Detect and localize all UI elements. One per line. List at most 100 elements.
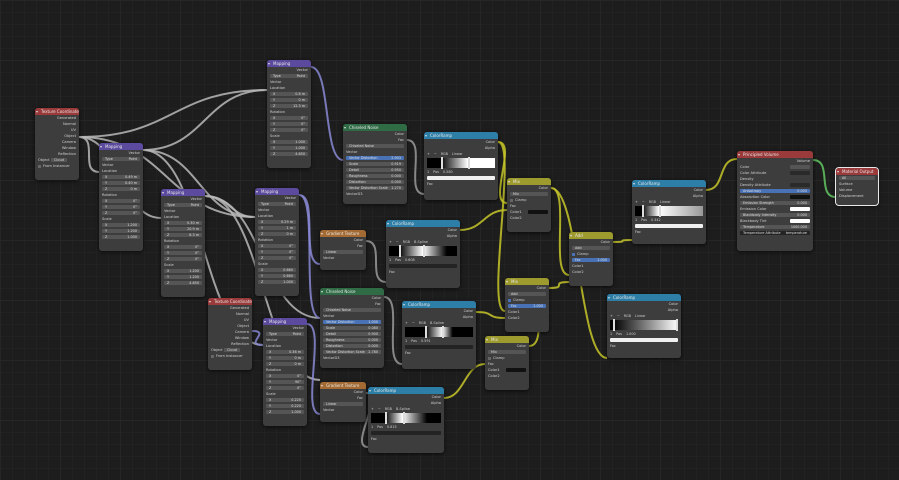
scale-z[interactable]: Z 1.000 [99,234,143,240]
color-stop[interactable] [613,319,616,331]
ramp-controls[interactable]: + − RGB Linear [610,313,678,319]
node-link[interactable] [298,194,321,265]
gradient-texture-node[interactable]: Gradient Texture Color Fac Linear Vector [320,230,366,270]
color-stop[interactable] [385,412,387,424]
color-stop[interactable] [658,205,661,217]
node-header[interactable]: Mapping [267,60,311,67]
color-swatch[interactable] [790,165,810,169]
color-ramp-node[interactable]: ColorRamp Color Alpha +−RGBB-Spline 1Pos… [386,220,460,288]
node-header[interactable]: Texture Coordinate [35,108,79,115]
ramp-controls[interactable]: + − RGB Linear [635,199,703,205]
node-header[interactable]: Mix [507,178,551,185]
color-swatch[interactable] [790,207,810,211]
mapping-node[interactable]: Mapping Vector TypePoint Vector Location… [263,318,307,426]
scale-z[interactable]: Z 4.650 [267,151,311,157]
chiseled-noise-node[interactable]: Chiseled Noise Color Fac Chiseled Noise … [320,288,384,368]
gradient-preview[interactable] [371,412,441,424]
from-instancer-checkbox[interactable]: From Instancer [35,163,79,169]
ramp-controls[interactable]: + − RGB B-Spline [405,320,473,326]
node-header[interactable]: Chiseled Noise [320,288,384,295]
texture-coordinate-node[interactable]: Texture Coordinate Generated Normal UV O… [208,298,252,370]
gradient-preview[interactable] [635,205,703,217]
color-stop[interactable] [442,326,445,338]
interpolation-dropdown[interactable]: Linear [635,313,646,319]
color-swatch[interactable] [790,219,810,223]
node-header[interactable]: Material Output [836,168,878,175]
add-stop-button[interactable]: + [635,199,638,205]
color-ramp-node[interactable]: ColorRamp Color Alpha +−RGBLinear 1Pos0.… [632,180,706,244]
color-stop[interactable] [641,205,644,217]
from-instancer-checkbox[interactable]: From Instancer [208,353,252,359]
color-stop[interactable] [425,326,428,338]
attribute-field[interactable] [790,171,810,175]
remove-stop-button[interactable]: − [434,151,437,157]
mapping-node[interactable]: Mapping Vector TypePoint Vector Location… [255,188,299,296]
color-stop[interactable] [675,319,678,331]
node-link[interactable] [550,187,570,276]
node-header[interactable]: Texture Coordinate [208,298,252,305]
mix-node[interactable]: Mix Color Add Clamp Fac1.000 Color1 Colo… [505,278,549,332]
node-header[interactable]: Mapping [161,189,205,196]
color-ramp-node[interactable]: ColorRamp Color Alpha +−RGBB-Spline 1Pos… [368,387,444,453]
node-header[interactable]: Gradient Texture [320,230,366,237]
ramp-controls[interactable]: + − RGB Linear [427,151,495,157]
node-link[interactable] [443,363,486,399]
scale-z[interactable]: Z 1.000 [263,409,307,415]
color-stop[interactable] [399,245,402,257]
gradient-preview[interactable] [610,319,678,331]
add-stop-button[interactable]: + [427,151,430,157]
texture-coordinate-node[interactable]: Texture Coordinate Generated Normal UV O… [35,108,79,180]
add-stop-button[interactable]: + [371,406,374,412]
node-header[interactable]: ColorRamp [402,301,476,308]
gradient-preview[interactable] [427,157,495,169]
mix-node[interactable]: Mix Color Mix Clamp Fac Color1 Color2 [507,178,551,232]
interpolation-dropdown[interactable]: B-Spline [414,239,428,245]
node-header[interactable]: ColorRamp [424,132,498,139]
node-header[interactable]: Gradient Texture [320,382,366,389]
gradient-preview[interactable] [405,326,473,338]
gradient-texture-node[interactable]: Gradient Texture Color Fac Linear Vector [320,382,366,422]
remove-stop-button[interactable]: − [617,313,620,319]
node-link[interactable] [548,281,570,289]
color-ramp-node[interactable]: ColorRamp Color Alpha +−RGBLinear 1Pos1.… [607,294,681,358]
color-mode-dropdown[interactable]: RGB [403,239,410,245]
add-stop-button[interactable]: + [389,239,392,245]
color-ramp-node[interactable]: ColorRamp Color Alpha +−RGBB-Spline 1Pos… [402,301,476,369]
scale-z[interactable]: Z 1.000 [255,279,299,285]
node-link[interactable] [310,66,344,161]
mix-node[interactable]: Mix Color Mix Clamp Fac Color1 Color2 [485,336,529,390]
attribute-field[interactable] [790,183,810,187]
material-output-node[interactable]: Material Output All Surface Volume Displ… [835,167,879,206]
color-ramp-node[interactable]: ColorRamp Color Alpha +−RGBLinear 1Pos0.… [424,132,498,200]
interpolation-dropdown[interactable]: Linear [452,151,463,157]
node-link[interactable] [705,158,738,191]
color-stop[interactable] [467,157,470,169]
node-header[interactable]: ColorRamp [386,220,460,227]
add-node[interactable]: Add Color Add Clamp Fac1.000 Color1 Colo… [569,232,613,286]
node-header[interactable]: ColorRamp [632,180,706,187]
node-link[interactable] [497,141,508,204]
chiseled-noise-node[interactable]: Chiseled Noise Color Fac Chiseled Noise … [343,124,407,204]
color-swatch[interactable] [506,368,526,372]
node-link[interactable] [306,323,321,415]
node-header[interactable]: Mapping [263,318,307,325]
node-header[interactable]: ColorRamp [368,387,444,394]
node-link[interactable] [497,141,506,312]
color-mode-dropdown[interactable]: RGB [649,199,656,205]
color-stop[interactable] [402,412,405,424]
node-header[interactable]: Mapping [255,188,299,195]
node-link[interactable] [365,240,387,283]
color-stop[interactable] [440,157,443,169]
node-header[interactable]: Mix [505,278,549,285]
color-mode-dropdown[interactable]: RGB [624,313,631,319]
color-swatch[interactable] [790,195,810,199]
remove-stop-button[interactable]: − [412,320,415,326]
node-link[interactable] [78,89,268,138]
color-swatch[interactable] [528,210,548,214]
field-temperature-attribute[interactable]: Temperature Attribute temperature [737,230,813,236]
principled-volume-node[interactable]: Principled Volume Volume Color Color Att… [737,151,813,251]
node-link[interactable] [204,195,256,218]
node-link[interactable] [298,194,321,319]
mapping-node[interactable]: Mapping Vector TypePoint Vector Location… [267,60,311,168]
node-header[interactable]: Mix [485,336,529,343]
